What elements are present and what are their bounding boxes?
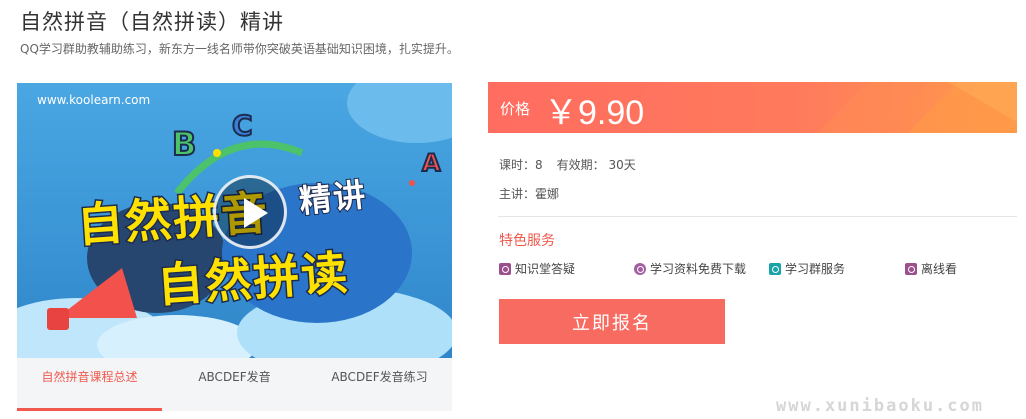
cover-text-tag: 精讲 (296, 175, 370, 222)
enroll-button[interactable]: 立即报名 (499, 299, 725, 344)
course-meta: 课时：8 有效期： 30天 (499, 156, 650, 173)
course-title: 自然拼音（自然拼读）精讲 (20, 10, 284, 34)
tab-overview[interactable]: 自然拼音课程总述 (17, 358, 162, 411)
qa-icon (499, 262, 511, 275)
cover-site-url: www.koolearn.com (37, 93, 151, 107)
watermark: www.xunibaoku.com (776, 396, 984, 416)
play-icon[interactable] (213, 175, 287, 249)
service-offline: 离线看 (905, 260, 957, 277)
price-value: ￥9.90 (544, 94, 645, 132)
validity-period: 有效期： 30天 (556, 158, 636, 172)
divider (498, 216, 1017, 217)
service-label: 学习资料免费下载 (650, 262, 747, 276)
service-download: 学习资料免费下载 (634, 260, 746, 277)
service-label: 学习群服务 (785, 262, 846, 276)
teacher: 主讲：霍娜 (499, 187, 560, 201)
services-title: 特色服务 (499, 233, 555, 249)
download-icon (634, 262, 646, 275)
tab-abcdef-practice[interactable]: ABCDEF发音练习 (307, 358, 452, 411)
service-group: 学习群服务 (769, 260, 845, 277)
lesson-tabs: 自然拼音课程总述 ABCDEF发音 ABCDEF发音练习 (17, 358, 452, 411)
course-cover-video[interactable]: B C A www.koolearn.com 自然拼音 自然拼读 精讲 (17, 83, 452, 358)
price-label: 价格 (500, 100, 531, 118)
letter-a: A (422, 149, 441, 177)
lesson-count: 课时：8 (499, 158, 543, 172)
tab-abcdef-pronunciation[interactable]: ABCDEF发音 (162, 358, 307, 411)
letter-b: B (172, 125, 196, 163)
price-bar: 价格 ￥9.90 (488, 82, 1017, 133)
service-label: 知识堂答疑 (515, 262, 576, 276)
service-qa: 知识堂答疑 (499, 260, 575, 277)
group-icon (769, 262, 781, 275)
course-subtitle: QQ学习群助教辅助练习，新东方一线名师带你突破英语基础知识困境，扎实提升。 (20, 42, 459, 56)
letter-c: C (232, 109, 253, 142)
offline-icon (905, 262, 917, 275)
service-label: 离线看 (921, 262, 958, 276)
